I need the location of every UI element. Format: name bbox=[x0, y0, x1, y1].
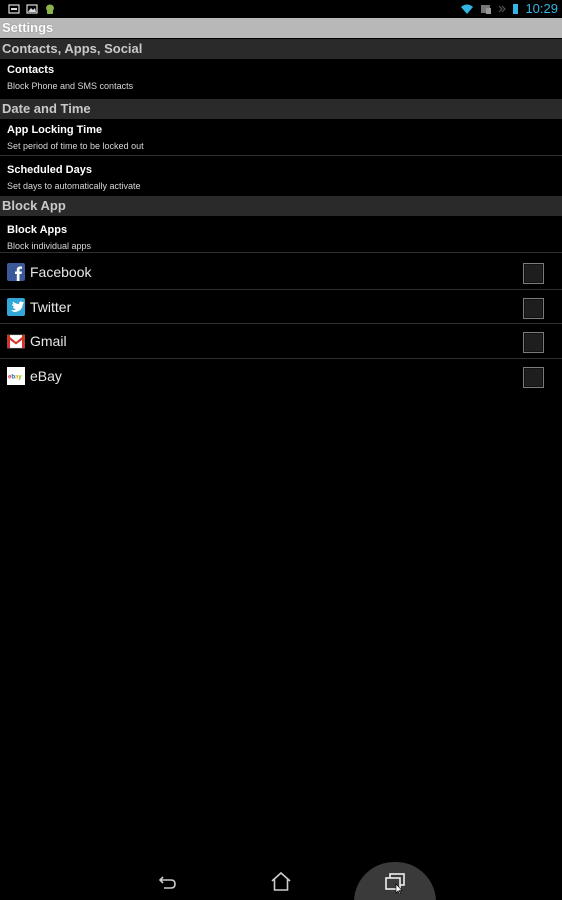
pref-app-locking-time[interactable]: App Locking Time Set period of time to b… bbox=[0, 119, 562, 155]
twitter-icon bbox=[7, 298, 25, 316]
signal-icon bbox=[499, 5, 507, 12]
app-label: Facebook bbox=[30, 264, 92, 280]
image-icon bbox=[26, 3, 38, 14]
section-header-date-and-time: Date and Time bbox=[0, 99, 562, 119]
app-row-gmail[interactable]: Gmail bbox=[0, 324, 562, 358]
app-label: Twitter bbox=[30, 299, 72, 315]
facebook-checkbox[interactable] bbox=[523, 263, 544, 284]
clock: 10:29 bbox=[525, 1, 558, 16]
home-icon[interactable] bbox=[269, 870, 293, 894]
page-title: Settings bbox=[2, 20, 54, 35]
pref-block-apps[interactable]: Block Apps Block individual apps bbox=[0, 216, 562, 252]
gmail-icon bbox=[7, 334, 25, 349]
pref-scheduled-days[interactable]: Scheduled Days Set days to automatically… bbox=[0, 156, 562, 195]
title-bar: Settings bbox=[0, 18, 562, 38]
pref-summary: Block individual apps bbox=[7, 241, 92, 251]
pref-contacts[interactable]: Contacts Block Phone and SMS contacts bbox=[0, 59, 562, 97]
android-debug-icon bbox=[46, 4, 54, 14]
section-header-contacts-apps-social: Contacts, Apps, Social bbox=[0, 39, 562, 59]
app-row-twitter[interactable]: Twitter bbox=[0, 290, 562, 324]
pref-title: Block Apps bbox=[7, 224, 68, 236]
ebay-icon: ebay bbox=[7, 367, 25, 385]
section-header-label: Block App bbox=[2, 198, 66, 213]
pref-summary: Set period of time to be locked out bbox=[7, 141, 144, 151]
pref-title: App Locking Time bbox=[7, 124, 103, 136]
pref-summary: Block Phone and SMS contacts bbox=[7, 81, 134, 91]
app-row-facebook[interactable]: Facebook bbox=[0, 255, 562, 289]
pref-title: Contacts bbox=[7, 64, 55, 76]
status-bar: 10:29 bbox=[0, 0, 562, 17]
navigation-bar bbox=[0, 862, 562, 900]
section-header-label: Contacts, Apps, Social bbox=[2, 41, 143, 56]
section-header-label: Date and Time bbox=[2, 101, 91, 116]
svg-text:ebay: ebay bbox=[8, 375, 22, 381]
divider bbox=[0, 252, 562, 253]
section-header-block-app: Block App bbox=[0, 196, 562, 216]
pref-summary: Set days to automatically activate bbox=[7, 181, 141, 191]
app-label: eBay bbox=[30, 368, 62, 384]
sync-icon bbox=[481, 4, 492, 14]
gmail-checkbox[interactable] bbox=[523, 332, 544, 353]
app-label: Gmail bbox=[30, 333, 67, 349]
ebay-checkbox[interactable] bbox=[523, 367, 544, 388]
wifi-icon bbox=[461, 4, 474, 14]
twitter-checkbox[interactable] bbox=[523, 298, 544, 319]
system-icons: 10:29 bbox=[460, 0, 558, 17]
usb-icon bbox=[8, 3, 20, 14]
pref-title: Scheduled Days bbox=[7, 164, 92, 176]
notification-icons bbox=[0, 3, 56, 15]
battery-icon bbox=[513, 3, 519, 14]
app-row-ebay[interactable]: ebay eBay bbox=[0, 359, 562, 393]
recent-apps-icon[interactable] bbox=[383, 870, 407, 894]
facebook-icon bbox=[7, 263, 25, 281]
back-icon[interactable] bbox=[156, 870, 180, 894]
